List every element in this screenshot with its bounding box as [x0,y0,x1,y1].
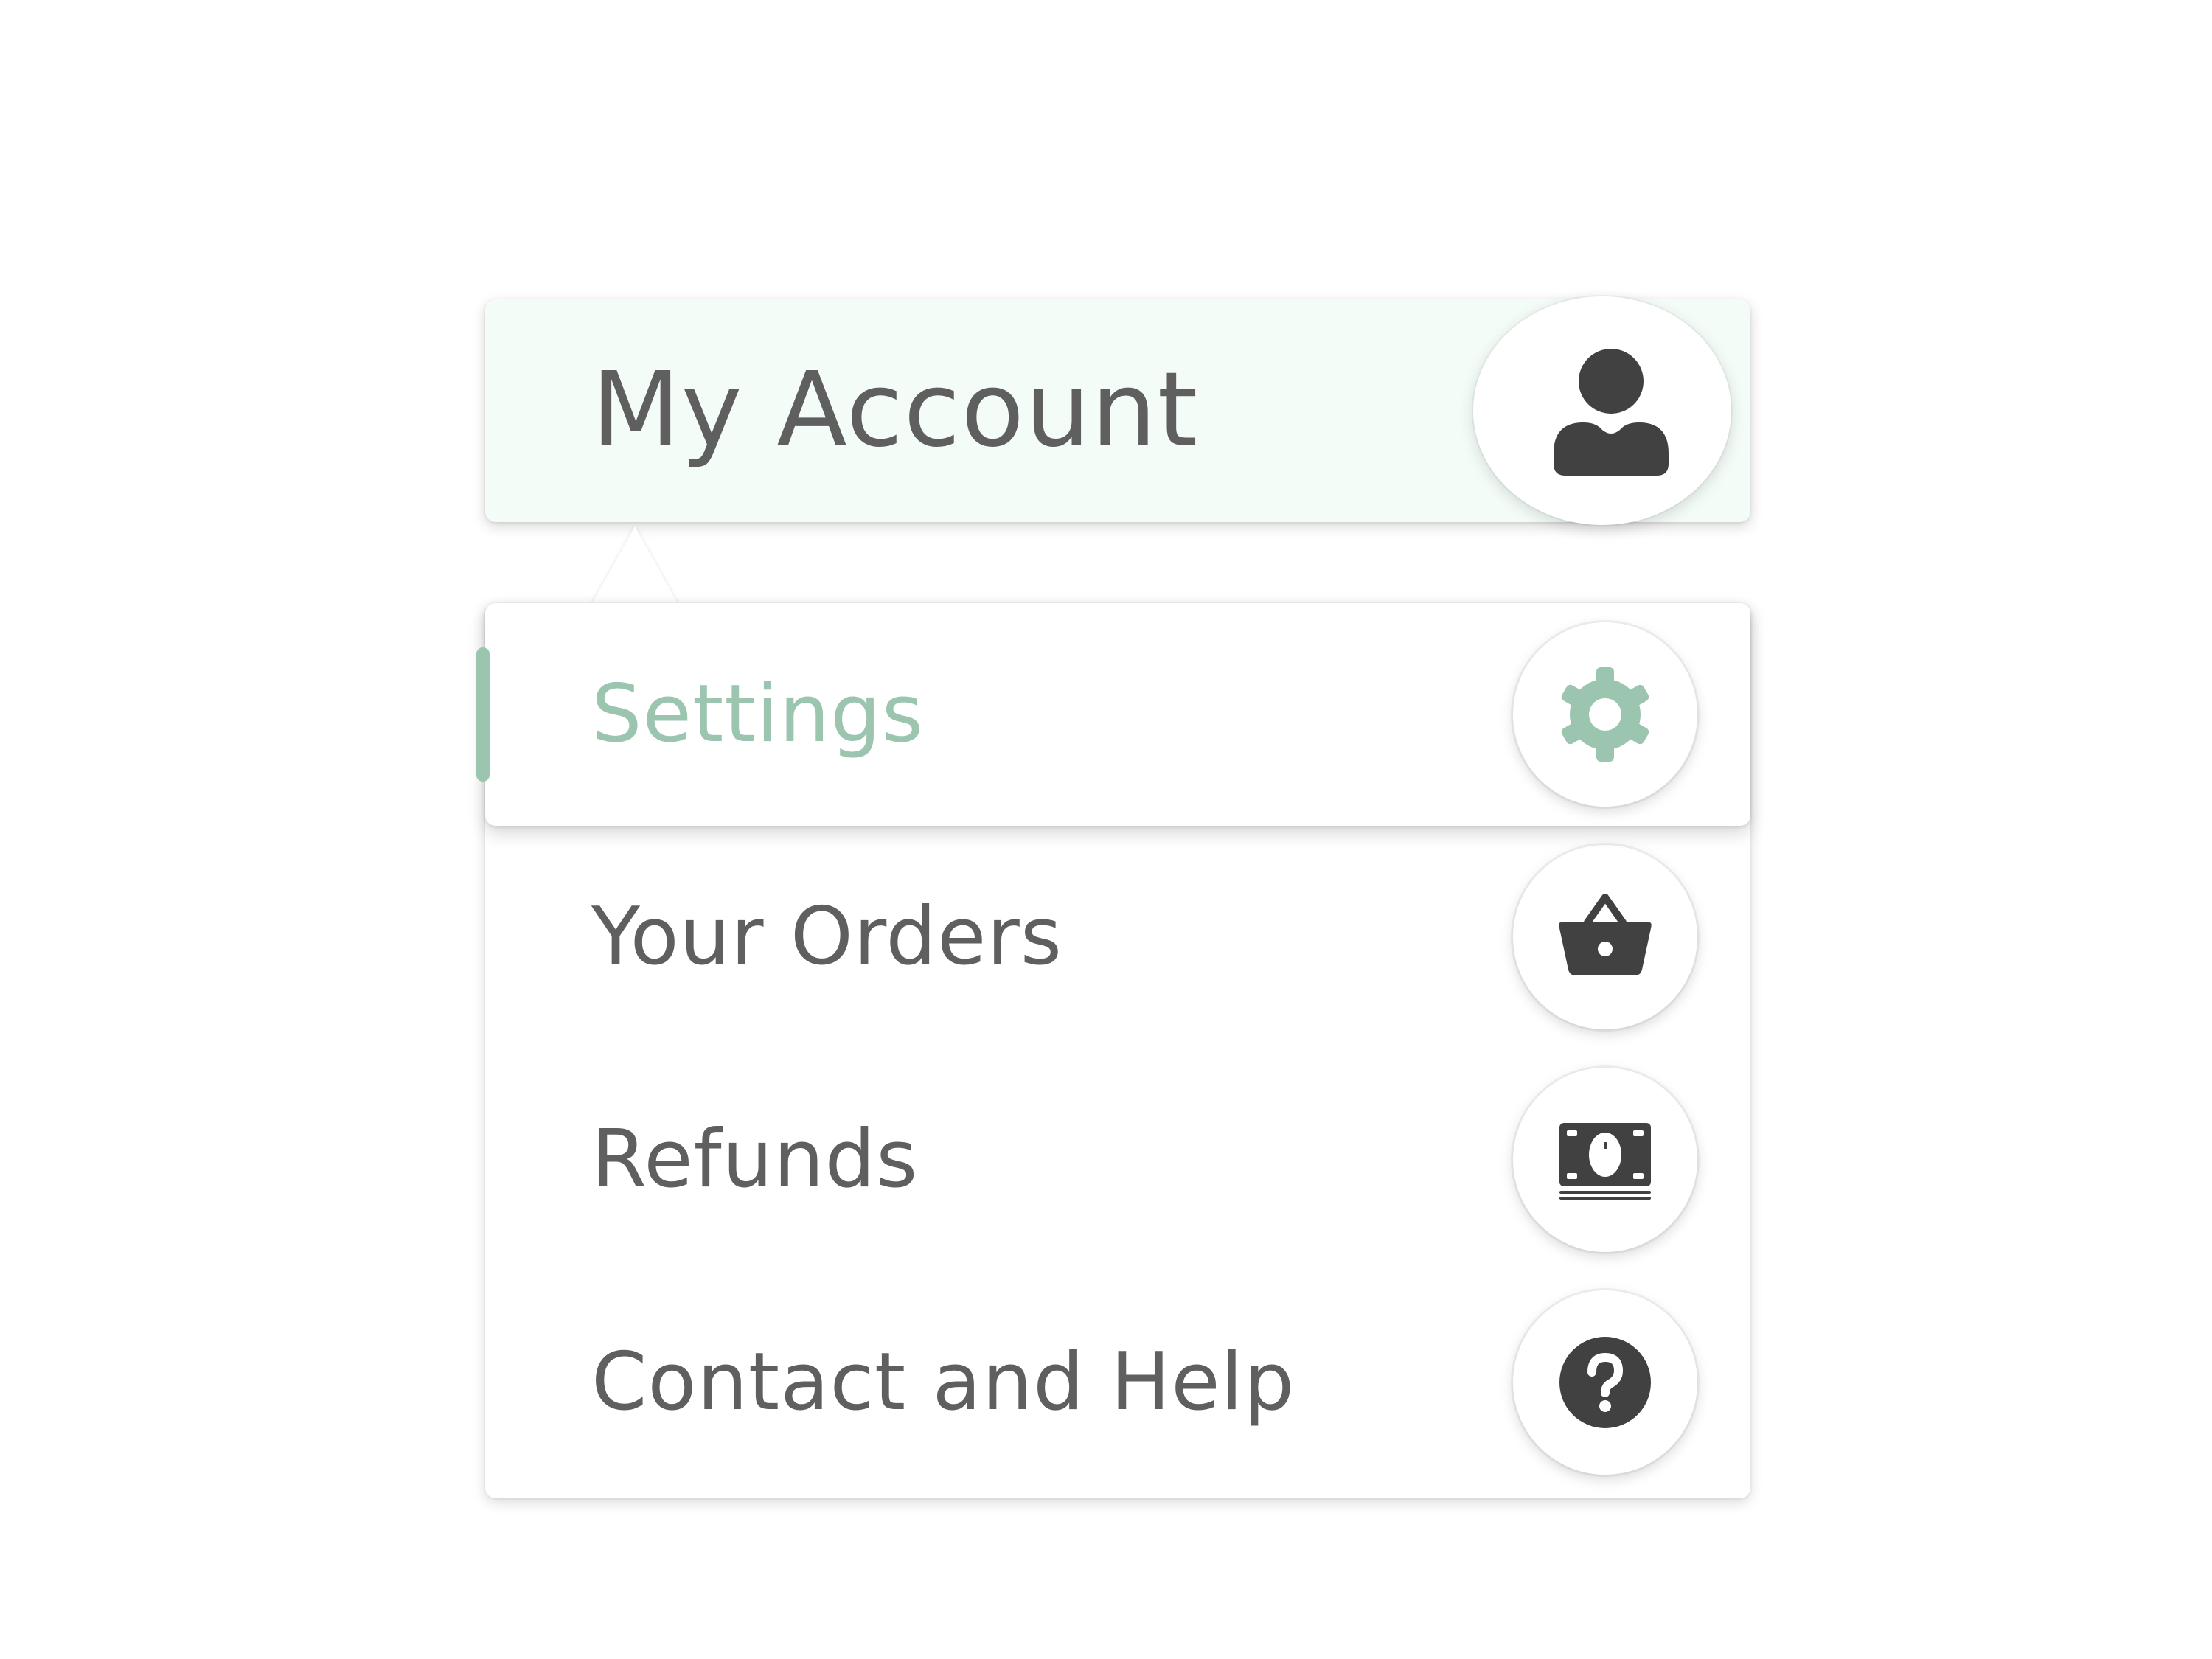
menu-item-refunds[interactable]: Refunds [485,1048,1750,1271]
menu-item-label: Your Orders [591,891,1063,983]
menu-item-your-orders[interactable]: Your Orders [485,826,1750,1048]
dropdown-menu: Settings Your Orders Refunds Contact and… [476,603,1750,1498]
dropdown-pointer [587,526,683,606]
menu-item-label: Contact and Help [591,1336,1295,1428]
menu-item-label: Settings [591,668,924,760]
menu-item-label: Refunds [591,1113,919,1206]
menu-icon-circle [1513,622,1697,807]
account-title: My Account [591,350,1199,470]
account-header[interactable]: My Account [485,296,1750,525]
menu-icon-circle [1513,1068,1697,1252]
gear-icon [1561,667,1649,762]
menu-icon-circle [1513,845,1697,1029]
help-icon [1559,1337,1651,1428]
active-indicator [476,647,490,782]
menu-item-settings[interactable]: Settings [476,603,1750,826]
menu-icon-circle [1513,1290,1697,1475]
avatar[interactable] [1473,296,1731,525]
menu-item-contact-and-help[interactable]: Contact and Help [485,1271,1750,1494]
account-menu: My Account Settings Your Orders Refunds … [0,0,2212,1659]
user-icon [1554,349,1669,476]
banknote-icon [1559,1123,1651,1200]
basket-icon [1559,894,1652,975]
